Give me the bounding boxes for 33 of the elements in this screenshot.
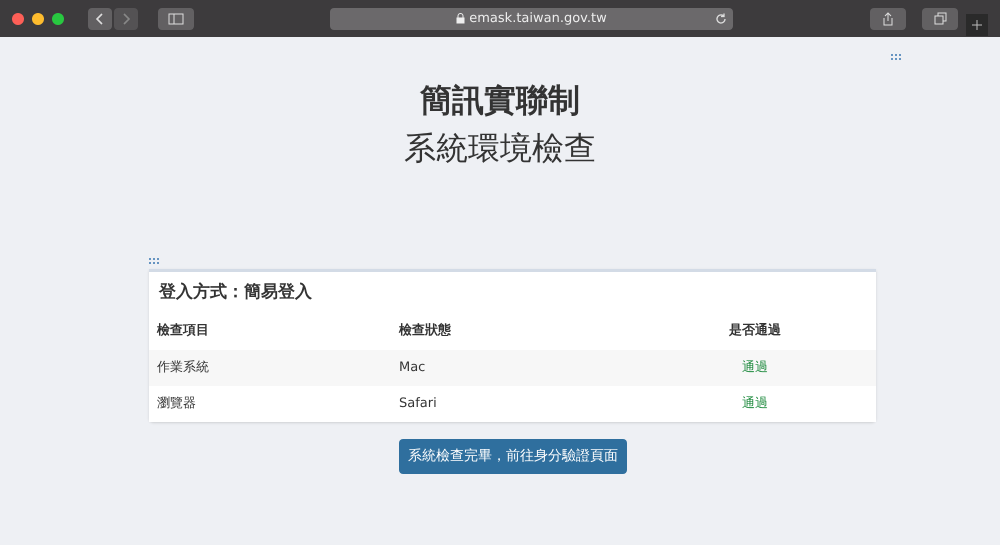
chevron-right-icon: [122, 12, 130, 24]
sidebar-icon: [168, 12, 184, 24]
page-subtitle: 系統環境檢查: [403, 128, 597, 168]
lock-icon: [456, 13, 466, 24]
new-tab-button[interactable]: [966, 14, 988, 36]
plus-icon: [971, 18, 983, 30]
continue-button[interactable]: 系統檢查完畢，前往身分驗證頁面: [399, 438, 627, 474]
address-bar[interactable]: emask.taiwan.gov.tw: [330, 8, 733, 30]
column-header: 是否通過: [728, 322, 782, 340]
result-text: 通過: [742, 394, 768, 413]
maximize-icon[interactable]: [52, 12, 64, 24]
reload-icon[interactable]: [715, 12, 727, 24]
page-title: 簡訊實聯制: [418, 80, 581, 120]
sidebar-button[interactable]: [158, 8, 194, 30]
share-button[interactable]: [870, 8, 906, 30]
share-icon: [882, 12, 894, 26]
column-header: 檢查狀態: [398, 322, 452, 340]
table-cell: Safari: [391, 386, 634, 422]
tabs-icon: [934, 12, 946, 25]
close-icon[interactable]: [12, 12, 24, 24]
table-cell: Mac: [391, 350, 634, 386]
back-button[interactable]: [88, 8, 112, 30]
chevron-left-icon: [96, 12, 104, 24]
table-cell: 瀏覽器: [149, 386, 391, 422]
column-header: 檢查項目: [156, 322, 210, 340]
dots-icon: [891, 54, 901, 60]
result-text: 通過: [742, 358, 768, 377]
tabs-button[interactable]: [922, 8, 958, 30]
dots-icon: [149, 258, 159, 264]
table-cell: 作業系統: [149, 350, 391, 386]
url-text: emask.taiwan.gov.tw: [469, 10, 607, 28]
minimize-icon[interactable]: [32, 12, 44, 24]
card-title: 登入方式：簡易登入: [158, 281, 313, 304]
